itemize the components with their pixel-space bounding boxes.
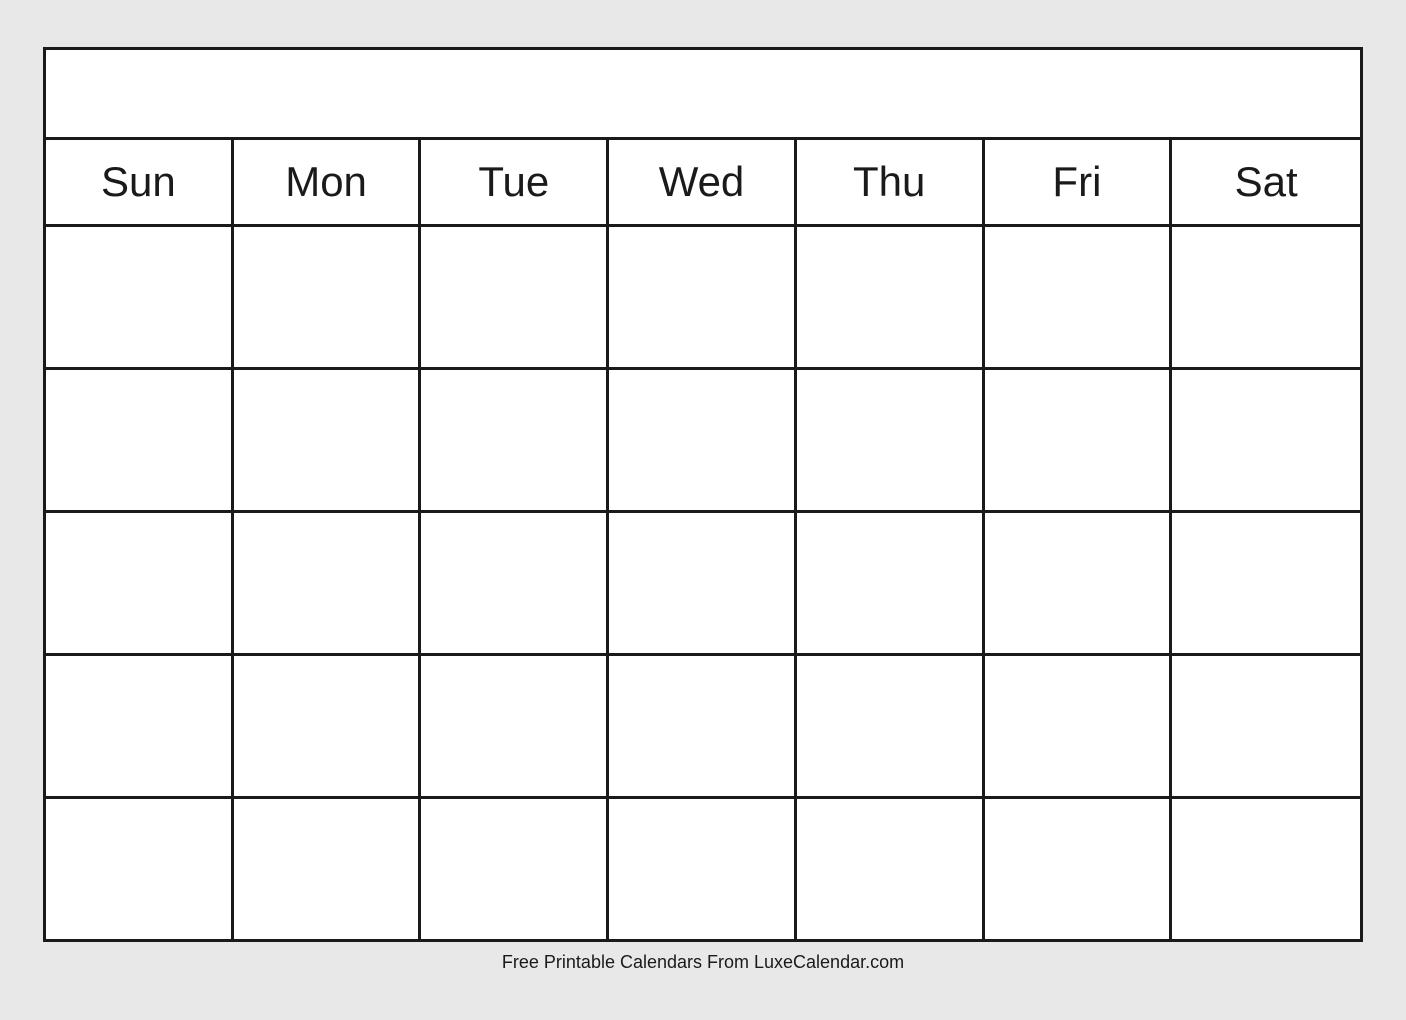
day-cell[interactable] <box>985 370 1173 510</box>
day-cell[interactable] <box>234 656 422 796</box>
calendar-title-row <box>46 50 1360 140</box>
day-cell[interactable] <box>609 799 797 939</box>
header-sun: Sun <box>46 140 234 224</box>
day-cell[interactable] <box>421 513 609 653</box>
header-sat: Sat <box>1172 140 1360 224</box>
header-mon: Mon <box>234 140 422 224</box>
day-cell[interactable] <box>234 370 422 510</box>
day-cell[interactable] <box>46 370 234 510</box>
day-cell[interactable] <box>234 227 422 367</box>
day-cell[interactable] <box>421 799 609 939</box>
header-wed: Wed <box>609 140 797 224</box>
day-cell[interactable] <box>797 513 985 653</box>
day-cell[interactable] <box>421 227 609 367</box>
header-fri: Fri <box>985 140 1173 224</box>
calendar-body <box>46 227 1360 939</box>
day-cell[interactable] <box>1172 227 1360 367</box>
day-cell[interactable] <box>1172 799 1360 939</box>
calendar-header-row: Sun Mon Tue Wed Thu Fri Sat <box>46 140 1360 227</box>
header-tue: Tue <box>421 140 609 224</box>
day-cell[interactable] <box>985 799 1173 939</box>
day-cell[interactable] <box>609 227 797 367</box>
day-cell[interactable] <box>797 656 985 796</box>
day-cell[interactable] <box>421 656 609 796</box>
week-row-5 <box>46 799 1360 939</box>
day-cell[interactable] <box>46 656 234 796</box>
week-row-3 <box>46 513 1360 656</box>
day-cell[interactable] <box>985 227 1173 367</box>
day-cell[interactable] <box>797 799 985 939</box>
calendar-wrapper: Sun Mon Tue Wed Thu Fri Sat <box>43 47 1363 973</box>
day-cell[interactable] <box>234 513 422 653</box>
calendar-container: Sun Mon Tue Wed Thu Fri Sat <box>43 47 1363 942</box>
header-thu: Thu <box>797 140 985 224</box>
day-cell[interactable] <box>46 799 234 939</box>
day-cell[interactable] <box>797 370 985 510</box>
day-cell[interactable] <box>1172 656 1360 796</box>
day-cell[interactable] <box>1172 513 1360 653</box>
day-cell[interactable] <box>1172 370 1360 510</box>
day-cell[interactable] <box>234 799 422 939</box>
day-cell[interactable] <box>609 656 797 796</box>
day-cell[interactable] <box>797 227 985 367</box>
day-cell[interactable] <box>985 513 1173 653</box>
footer-text: Free Printable Calendars From LuxeCalend… <box>502 952 904 973</box>
week-row-4 <box>46 656 1360 799</box>
day-cell[interactable] <box>609 370 797 510</box>
day-cell[interactable] <box>46 227 234 367</box>
day-cell[interactable] <box>609 513 797 653</box>
day-cell[interactable] <box>985 656 1173 796</box>
day-cell[interactable] <box>421 370 609 510</box>
day-cell[interactable] <box>46 513 234 653</box>
week-row-2 <box>46 370 1360 513</box>
week-row-1 <box>46 227 1360 370</box>
